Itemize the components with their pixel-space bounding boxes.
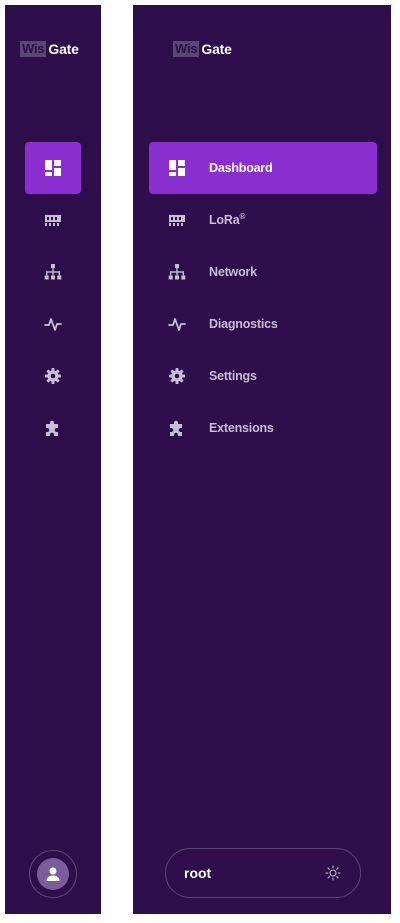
logo-wis: Wis — [173, 41, 200, 57]
nav-item-label: Network — [209, 265, 257, 279]
collapsed-nav-extensions[interactable] — [25, 402, 81, 454]
diagnostics-icon — [44, 315, 62, 333]
lora-icon — [44, 211, 62, 229]
logo-gate: Gate — [201, 41, 232, 57]
person-icon — [44, 865, 62, 883]
expanded-sidebar: Wis Gate Dashboard LoRa® Network Diagnos… — [133, 5, 391, 914]
nav-item-lora[interactable]: LoRa® — [149, 194, 377, 246]
nav-item-dashboard[interactable]: Dashboard — [149, 142, 377, 194]
nav-item-label: Settings — [209, 369, 257, 383]
collapsed-nav-network[interactable] — [25, 246, 81, 298]
nav-item-network[interactable]: Network — [149, 246, 377, 298]
collapsed-nav-lora[interactable] — [25, 194, 81, 246]
nav-item-diagnostics[interactable]: Diagnostics — [149, 298, 377, 350]
wisgate-logo[interactable]: Wis Gate — [20, 41, 79, 57]
nav-item-label: Extensions — [209, 421, 274, 435]
wisgate-logo[interactable]: Wis Gate — [173, 41, 232, 57]
avatar — [37, 858, 69, 890]
username: root — [184, 865, 212, 881]
dashboard-icon — [168, 159, 186, 177]
lora-label-text: LoRa — [209, 213, 240, 228]
collapsed-nav-diagnostics[interactable] — [25, 298, 81, 350]
logo-gate: Gate — [48, 41, 79, 57]
nav-item-label: Dashboard — [209, 161, 273, 175]
gear-icon — [168, 367, 186, 385]
collapsed-sidebar: Wis Gate — [5, 5, 101, 914]
collapsed-nav-dashboard[interactable] — [25, 142, 81, 194]
lora-icon — [168, 211, 186, 229]
logo-wis: Wis — [20, 41, 47, 57]
network-icon — [168, 263, 186, 281]
collapsed-nav-settings[interactable] — [25, 350, 81, 402]
nav-item-settings[interactable]: Settings — [149, 350, 377, 402]
sun-icon[interactable] — [324, 864, 342, 882]
nav-item-label: Diagnostics — [209, 317, 278, 331]
puzzle-icon — [168, 419, 186, 437]
dashboard-icon — [44, 159, 62, 177]
gear-icon — [44, 367, 62, 385]
user-menu-button[interactable]: root — [165, 848, 361, 898]
network-icon — [44, 263, 62, 281]
user-avatar-button[interactable] — [29, 850, 77, 898]
diagnostics-icon — [168, 315, 186, 333]
registered-mark: ® — [239, 212, 246, 222]
puzzle-icon — [44, 419, 62, 437]
nav-item-extensions[interactable]: Extensions — [149, 402, 377, 454]
nav-item-label: LoRa® — [209, 212, 245, 227]
